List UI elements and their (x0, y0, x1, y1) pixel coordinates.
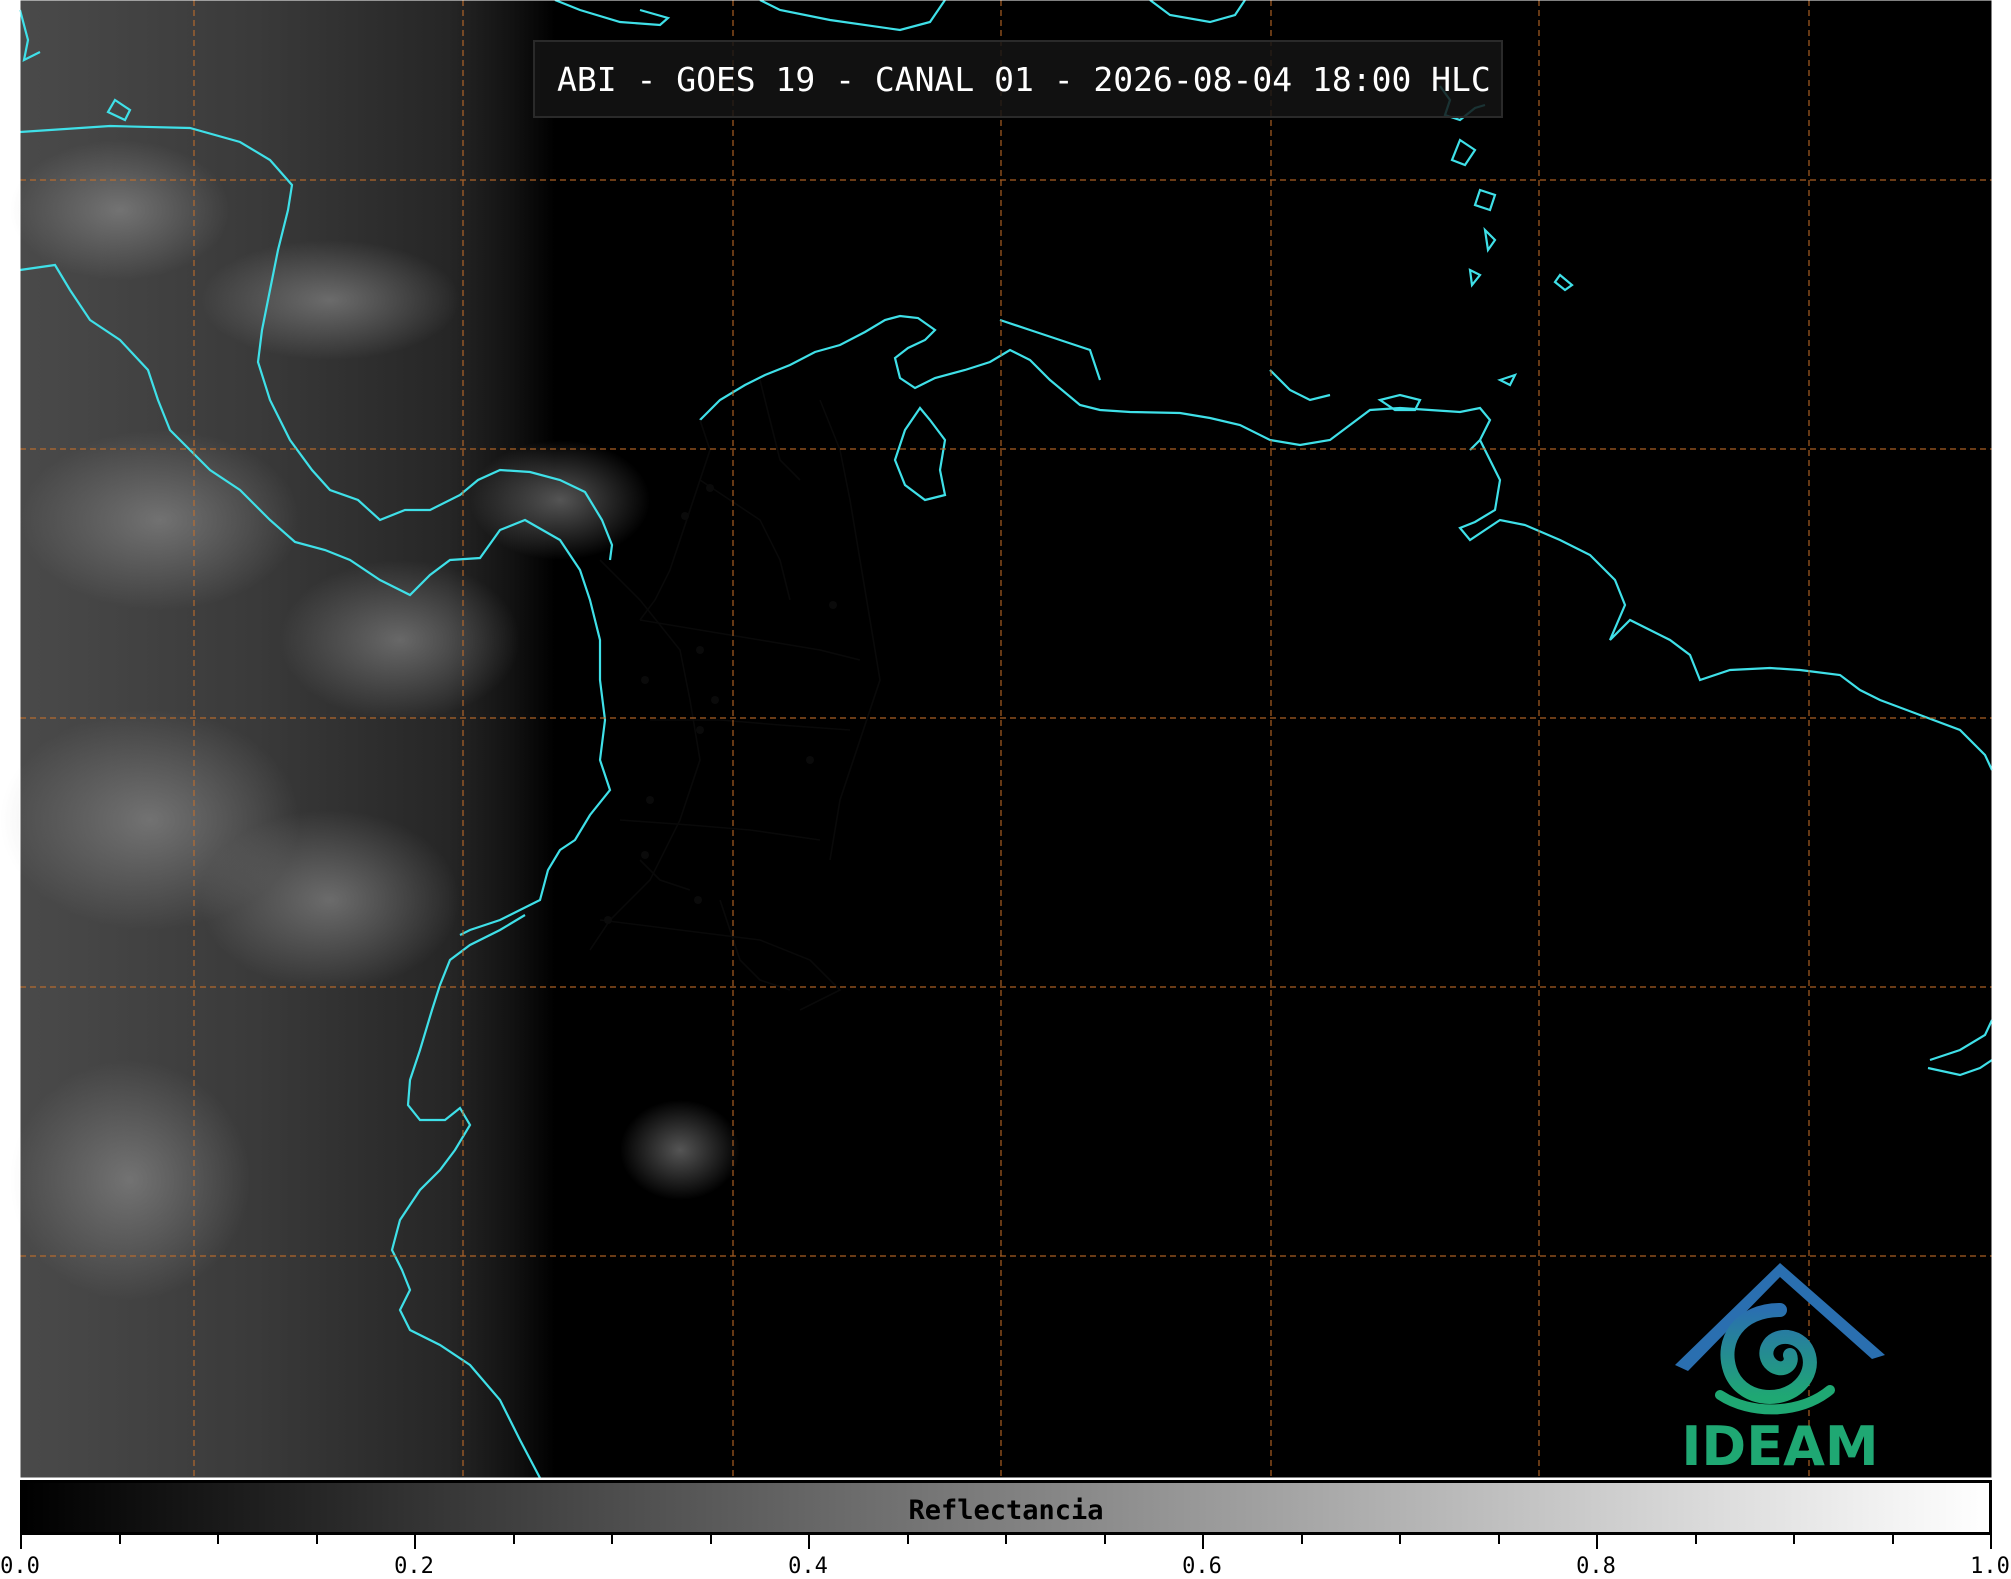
colorbar-minor-tick (1005, 1535, 1007, 1544)
colorbar-minor-tick (1399, 1535, 1401, 1544)
colorbar-tick-label: 0.4 (788, 1554, 828, 1579)
colorbar-minor-tick (1103, 1535, 1106, 1544)
colorbar-minor-tick (709, 1535, 712, 1544)
colorbar-tick-label: 0.0 (0, 1554, 40, 1579)
colorbar-minor-tick (512, 1535, 515, 1544)
colorbar-minor-tick (808, 1535, 810, 1549)
colorbar-label: Reflectancia (908, 1495, 1104, 1526)
ideam-logo-text: IDEAM (1681, 1415, 1879, 1478)
colorbar-minor-tick (118, 1535, 121, 1544)
colorbar-minor-tick (1694, 1535, 1697, 1544)
ideam-logo: IDEAM (1660, 1255, 1900, 1478)
colorbar-tick-label: 0.8 (1576, 1554, 1616, 1579)
colorbar-minor-tick (906, 1535, 909, 1544)
colorbar-minor-tick (611, 1535, 613, 1544)
colorbar-minor-tick (414, 1535, 416, 1549)
colorbar-minor-tick (20, 1535, 22, 1549)
colorbar-tick-label: 0.6 (1182, 1554, 1222, 1579)
colorbar-minor-tick (1202, 1535, 1204, 1549)
colorbar-minor-tick (1596, 1535, 1598, 1549)
colorbar-minor-tick (1793, 1535, 1795, 1544)
colorbar-minor-tick (1990, 1535, 1992, 1549)
colorbar-minor-tick (1891, 1535, 1894, 1544)
colorbar: Reflectancia (20, 1480, 1992, 1535)
map-title: ABI - GOES 19 - CANAL 01 - 2026-08-04 18… (533, 40, 1503, 118)
colorbar-minor-tick (315, 1535, 318, 1544)
colorbar-tick-label: 0.2 (394, 1554, 434, 1579)
colorbar-minor-tick (1497, 1535, 1500, 1544)
colorbar-minor-tick (217, 1535, 219, 1544)
ideam-emblem-icon (1675, 1263, 1885, 1415)
colorbar-minor-tick (1300, 1535, 1303, 1544)
colorbar-tick-label: 1.0 (1970, 1554, 2010, 1579)
